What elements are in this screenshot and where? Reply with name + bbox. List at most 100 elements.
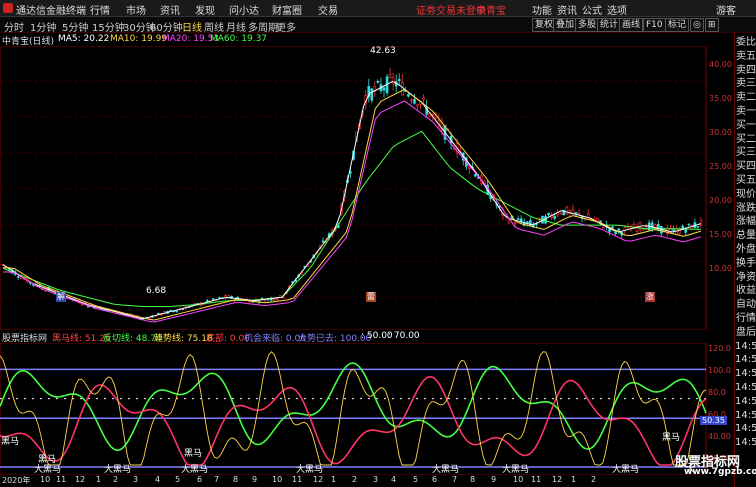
right-menu-item[interactable]: 选项 [607,2,627,17]
x-date-tick: 4 [391,475,397,484]
indicator-value: : 70.00 [388,331,420,341]
event-mark-icon[interactable]: 解 [56,292,66,302]
signal-label: 大黑马 [432,465,460,475]
candle-body [321,240,325,243]
side-panel-label: 换手 [736,257,756,269]
indicator-y-tick: 100.0 [708,366,731,375]
menu-item[interactable]: 交易 [318,2,338,17]
signal-label: 黑马 [1,437,20,447]
x-date-tick: 2020年 [2,476,31,485]
candle-body [608,228,611,233]
toolbar-button[interactable]: ⊞ [705,18,719,32]
side-panel-label: 卖一 [736,106,756,117]
indicator-y-tick: 120.0 [708,344,731,353]
signal-label: 大黑马 [104,465,132,475]
right-menu-item[interactable]: 资讯 [557,2,577,17]
side-panel-label: 卖五 [736,50,756,62]
candle-body [382,87,386,91]
candle-body [212,298,215,301]
side-panel-label: 委比 [736,37,756,48]
period-tab[interactable]: 15分钟 [92,19,125,34]
side-panel-label: 外盘 [736,244,756,255]
candle-body [596,217,599,222]
side-panel-label: 盘后 [736,326,756,338]
x-date-tick: 8 [470,475,476,484]
x-date-tick: 4 [155,475,161,484]
x-date-tick: 1 [96,475,102,484]
app-title: 通达信金融终端 [16,6,86,17]
period-tab[interactable]: 分时 [4,19,24,34]
side-panel-label: 14:50 [735,354,756,366]
toolbar-button[interactable]: 标记 [665,18,690,32]
title-bar: 通达信金融终端 行情 市场 资讯 发现 问小达 财富圈 交易 证劵交易未登录 中… [0,0,756,17]
indicator-chart[interactable] [0,343,734,475]
candle-body [507,219,511,224]
dark-horse-line [0,375,707,466]
toolbar-button[interactable]: 多股 [575,18,600,32]
side-panel-label: 买三 [736,147,756,159]
period-tab[interactable]: 更多 [276,19,296,34]
period-tab[interactable]: 月线 [226,19,246,34]
signal-label: 大黑马 [296,465,324,475]
candle-body [376,80,380,83]
side-panel-label: 买五 [736,175,756,186]
period-tab[interactable]: 周线 [204,19,224,34]
menu-item[interactable]: 财富圈 [272,2,302,17]
candle-body [205,300,209,302]
toolbar-button[interactable]: 画线 [619,18,644,32]
period-tab[interactable]: 多周期 [248,19,278,34]
signal-label: 大黑马 [181,465,209,475]
toolbar-button[interactable]: ◎ [690,18,704,32]
candle-body [687,223,691,226]
quote-side-panel: 委比 卖五 卖四 卖三 卖二 卖一 买一 买二 买三 买四 买五 现价 涨跌 涨幅 总量 外盘 换手 净资 收益 自动… [734,33,756,487]
candle-body [614,231,617,234]
y-tick: 30.00 [709,128,732,137]
period-tab[interactable]: 5分钟 [62,19,88,34]
x-date-tick: 1 [571,475,577,484]
x-date-tick: 6 [197,475,203,484]
candle-body [565,207,569,215]
watermark: 股票指标网 www.7gpzb.com [672,449,756,479]
toolbar-button[interactable]: F10 [643,18,666,32]
side-panel-label: 买一 [736,119,756,131]
candle-body [391,77,395,85]
x-date-tick: 3 [373,475,379,484]
candle-body [263,299,267,302]
toolbar-button[interactable]: 统计 [597,18,622,32]
side-panel-label: 买二 [736,133,756,145]
candle-body [407,94,410,97]
ma5-label: MA5: 20.22 [58,34,110,44]
candle-body [602,226,605,229]
x-date-tick: 7 [452,475,458,484]
right-menu-item[interactable]: 公式 [582,2,602,17]
app-logo-icon [3,3,13,13]
x-date-tick: 5 [175,475,181,484]
menu-item[interactable]: 发现 [195,2,215,17]
menu-item[interactable]: 资讯 [160,2,180,17]
side-panel-label: 涨跌 [736,202,756,214]
menu-item[interactable]: 行情 [90,2,110,17]
y-tick: 15.00 [709,230,732,239]
candle-body [175,310,179,312]
right-menu-item[interactable]: 功能 [532,2,552,17]
period-tab[interactable]: 1分钟 [30,19,56,34]
price-chart[interactable] [0,46,734,330]
candle-body [672,229,675,231]
x-date-tick: 11 [531,475,542,484]
y-tick: 40.00 [709,60,732,69]
toolbar-button[interactable]: 叠加 [553,18,578,32]
candle-body [410,99,413,102]
high-price-label: 42.63 [370,46,396,56]
ma10-label: MA10: 19.99 [110,34,168,44]
event-mark-icon[interactable]: 涨 [645,292,655,302]
guest-label[interactable]: 游客 [716,2,736,17]
menu-item[interactable]: 市场 [126,2,146,17]
candle-body [696,226,700,228]
menu-item[interactable]: 问小达 [229,2,259,17]
y-tick: 35.00 [709,94,732,103]
period-tab-active[interactable]: 日线 [182,19,202,34]
event-mark-icon[interactable]: 蕾 [366,292,376,302]
side-panel-label: 自动 [736,299,756,311]
period-tab[interactable]: 60分钟 [150,19,183,34]
candle-body [516,218,520,220]
